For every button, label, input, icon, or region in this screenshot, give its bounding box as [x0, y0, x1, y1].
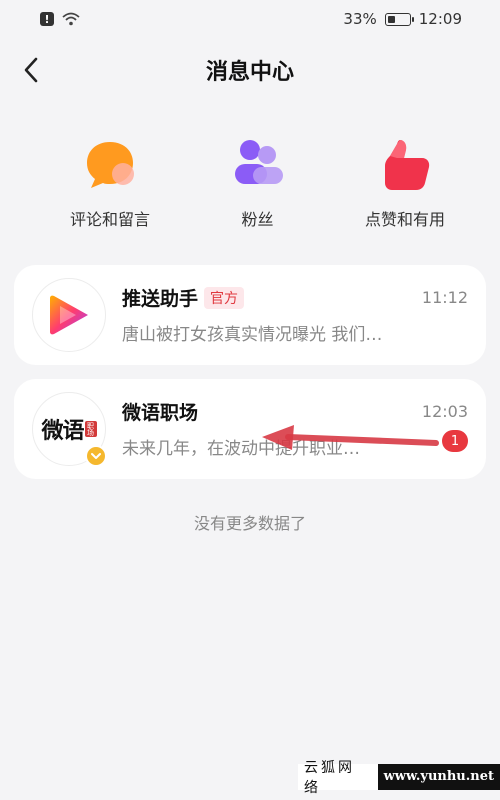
avatar-logo-seal: 职场: [84, 421, 97, 437]
message-body: 推送助手 官方 11:12 唐山被打女孩真实情况曝光 我们…: [122, 278, 468, 352]
category-likes[interactable]: 点赞和有用: [350, 136, 460, 230]
battery-icon: [384, 12, 414, 26]
thumbs-up-icon: [385, 140, 430, 190]
avatar: [32, 278, 106, 352]
play-logo-icon: [50, 295, 88, 335]
alert-icon: !: [40, 12, 54, 26]
back-button[interactable]: [16, 52, 46, 88]
sender-name-text: 微语职场: [122, 402, 199, 424]
sender-name-text: 推送助手: [122, 288, 199, 310]
message-preview: 未来几年，在波动中提升职业…: [122, 439, 360, 459]
category-fans-label: 粉丝: [241, 210, 274, 229]
category-comments-label: 评论和留言: [69, 210, 150, 229]
status-bar: ! 33% 12:09: [0, 0, 500, 38]
avatar-logo-text: 微语: [41, 418, 84, 444]
message-time: 11:12: [421, 288, 468, 307]
battery-percent: 33%: [343, 10, 377, 28]
no-more-data-text: 没有更多数据了: [193, 514, 306, 533]
sender-name: 推送助手 官方: [122, 284, 245, 311]
message-item-weiyu-career[interactable]: 微语 职场 微语职场 12:03 未来几年，在波动中提升职业… 1: [14, 379, 486, 479]
watermark-right: www.yunhu.net: [377, 764, 500, 790]
fans-people-icon: [234, 140, 283, 184]
watermark: 云狐网络 www.yunhu.net: [298, 760, 500, 796]
avatar: 微语 职场: [32, 392, 107, 467]
watermark-left: 云狐网络: [304, 760, 355, 796]
unread-count-badge: 1: [442, 430, 468, 452]
message-item-push-assistant[interactable]: 推送助手 官方 11:12 唐山被打女孩真实情况曝光 我们…: [14, 265, 486, 365]
sender-name: 微语职场: [122, 398, 198, 425]
verified-badge-icon: [85, 445, 107, 467]
category-fans[interactable]: 粉丝: [203, 136, 313, 230]
official-badge: 官方: [204, 286, 245, 309]
message-preview: 唐山被打女孩真实情况曝光 我们…: [122, 325, 383, 345]
category-row: 评论和留言 粉丝 点赞和有用: [0, 136, 500, 230]
status-left: !: [40, 12, 80, 26]
page-title: 消息中心: [205, 60, 294, 85]
status-right: 33% 12:09: [343, 10, 462, 28]
clock-time: 12:09: [418, 10, 462, 28]
category-likes-label: 点赞和有用: [364, 210, 445, 229]
message-body: 微语职场 12:03 未来几年，在波动中提升职业… 1: [122, 392, 468, 466]
wifi-icon: [62, 12, 80, 26]
header: 消息中心: [0, 38, 500, 102]
message-time: 12:03: [421, 402, 468, 421]
comment-bubble-icon: [87, 142, 134, 188]
category-comments[interactable]: 评论和留言: [55, 136, 165, 230]
chevron-left-icon: [24, 57, 38, 83]
